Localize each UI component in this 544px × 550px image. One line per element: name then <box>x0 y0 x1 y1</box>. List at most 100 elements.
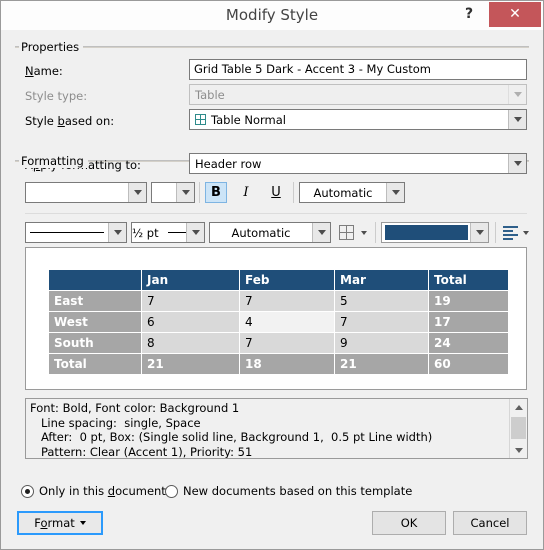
chevron-down-icon[interactable] <box>386 183 404 202</box>
table-total-row: Total 21 18 21 60 <box>48 353 509 375</box>
radio-only-this-document[interactable] <box>21 485 34 498</box>
header-cell: Total <box>428 269 509 291</box>
row-header: Total <box>48 353 142 375</box>
properties-group-label: Properties <box>19 40 84 54</box>
italic-button[interactable]: I <box>235 182 257 203</box>
scroll-down-button[interactable] <box>510 442 527 458</box>
chevron-down-icon[interactable] <box>312 223 330 242</box>
title-bar: Modify Style ? ✕ <box>1 1 543 30</box>
bold-button[interactable]: B <box>205 182 227 203</box>
borders-grid-icon <box>339 225 354 240</box>
header-cell: Jan <box>141 269 240 291</box>
table-cell: 4 <box>239 311 335 333</box>
style-preview: Jan Feb Mar Total East 7 7 5 19 West 6 4… <box>25 247 527 390</box>
table-row: South 8 7 9 24 <box>48 332 509 354</box>
line-style-sample <box>30 232 104 233</box>
border-style-combo[interactable] <box>25 222 127 243</box>
scroll-up-button[interactable] <box>510 399 527 415</box>
style-based-on-combo[interactable]: Table Normal <box>189 109 527 130</box>
table-cell: 24 <box>428 332 509 354</box>
scrollbar-thumb[interactable] <box>511 417 526 439</box>
table-cell: 7 <box>141 290 240 312</box>
toolbar-separator <box>199 182 200 203</box>
table-cell: 9 <box>334 332 429 354</box>
style-based-on-value: Table Normal <box>211 112 287 127</box>
toolbar-divider <box>25 213 527 214</box>
width-sample-line <box>167 232 186 233</box>
caret-down-icon <box>79 521 86 525</box>
table-cell: 6 <box>141 311 240 333</box>
table-row: West 6 4 7 17 <box>48 311 509 333</box>
header-cell: Feb <box>239 269 335 291</box>
toolbar-separator <box>375 222 376 243</box>
name-label: Name: <box>25 64 63 78</box>
radio-new-documents[interactable] <box>165 485 178 498</box>
chevron-down-icon[interactable] <box>128 183 146 202</box>
borders-button[interactable] <box>336 222 357 243</box>
description-line: Line spacing: single, Space <box>30 415 201 430</box>
table-grid-icon <box>195 114 206 125</box>
table-header-row: Jan Feb Mar Total <box>48 269 509 291</box>
alignment-dropdown-button[interactable] <box>520 222 532 243</box>
style-type-combo: Table <box>189 84 527 105</box>
table-cell: 21 <box>334 353 429 375</box>
header-cell: Mar <box>334 269 429 291</box>
table-cell: 7 <box>239 290 335 312</box>
toolbar-separator <box>495 222 496 243</box>
row-header: South <box>48 332 142 354</box>
font-color-combo[interactable]: Automatic <box>299 182 405 203</box>
table-cell: 18 <box>239 353 335 375</box>
style-description-box: Font: Bold, Font color: Background 1 Lin… <box>25 398 528 459</box>
border-width-value: ½ pt <box>132 225 159 240</box>
style-type-label: Style type: <box>25 89 88 103</box>
chevron-down-icon <box>508 85 526 104</box>
table-row: East 7 7 5 19 <box>48 290 509 312</box>
format-button[interactable]: Format <box>17 511 103 535</box>
font-color-value: Automatic <box>313 185 373 200</box>
table-cell: 19 <box>428 290 509 312</box>
border-color-combo[interactable]: Automatic <box>209 222 331 243</box>
style-type-value: Table <box>195 87 225 102</box>
row-header: East <box>48 290 142 312</box>
chevron-down-icon[interactable] <box>108 223 126 242</box>
name-input[interactable]: Grid Table 5 Dark - Accent 3 - My Custom <box>189 59 527 80</box>
modify-style-dialog: Modify Style ? ✕ Properties Name: Grid T… <box>0 0 544 550</box>
radio-new-documents-label[interactable]: New documents based on this template <box>183 484 412 498</box>
help-button[interactable]: ? <box>458 3 480 25</box>
chevron-down-icon[interactable] <box>470 223 488 242</box>
chevron-down-icon[interactable] <box>508 110 526 129</box>
chevron-down-icon[interactable] <box>508 154 526 173</box>
chevron-down-icon[interactable] <box>186 223 204 242</box>
description-line: After: 0 pt, Box: (Single solid line, Ba… <box>30 430 433 444</box>
table-cell: 17 <box>428 311 509 333</box>
font-name-combo[interactable] <box>25 182 147 203</box>
radio-only-this-document-label[interactable]: Only in this document <box>39 484 166 498</box>
underline-button[interactable]: U <box>265 182 287 203</box>
fill-color-combo[interactable] <box>381 222 489 243</box>
close-button[interactable]: ✕ <box>489 2 541 27</box>
borders-dropdown-button[interactable] <box>357 222 371 243</box>
description-line: Pattern: Clear (Accent 1), Priority: 51 <box>30 444 253 459</box>
cancel-button[interactable]: Cancel <box>453 511 527 535</box>
table-cell: 21 <box>141 353 240 375</box>
preview-table: Jan Feb Mar Total East 7 7 5 19 West 6 4… <box>48 269 509 375</box>
chevron-down-icon <box>523 230 529 235</box>
apply-formatting-to-combo[interactable]: Header row <box>189 153 527 174</box>
description-scrollbar[interactable] <box>509 399 527 458</box>
alignment-button[interactable] <box>501 222 519 243</box>
table-cell: 7 <box>239 332 335 354</box>
row-header: West <box>48 311 142 333</box>
group-divider <box>15 46 529 48</box>
format-button-label: Format <box>34 516 75 530</box>
table-cell: 8 <box>141 332 240 354</box>
border-color-value: Automatic <box>231 225 291 240</box>
description-line: Font: Bold, Font color: Background 1 <box>30 401 240 415</box>
chevron-down-icon[interactable] <box>176 183 194 202</box>
header-cell <box>48 269 142 291</box>
align-left-icon <box>502 226 518 240</box>
apply-formatting-to-value: Header row <box>195 156 262 171</box>
border-width-combo[interactable]: ½ pt <box>131 222 205 243</box>
font-size-combo[interactable] <box>151 182 195 203</box>
ok-button[interactable]: OK <box>372 511 446 535</box>
table-cell: 60 <box>428 353 509 375</box>
